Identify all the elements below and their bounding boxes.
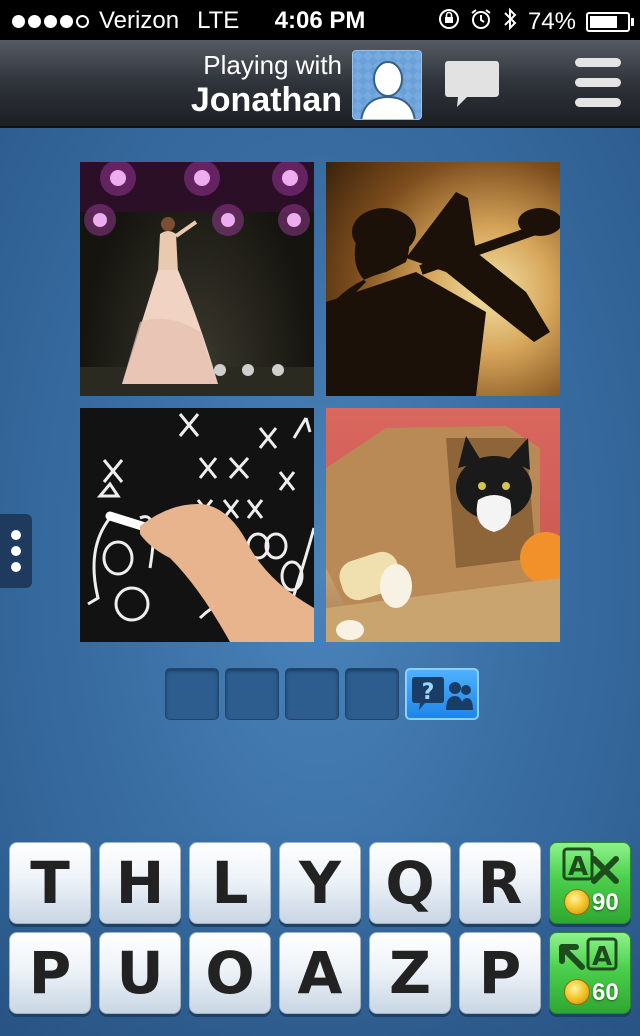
svg-text:A: A: [568, 852, 588, 882]
letter-key[interactable]: P: [459, 932, 541, 1014]
puzzle-image-woman-on-stage[interactable]: [80, 162, 314, 396]
letter-key[interactable]: Y: [279, 842, 361, 924]
remove-letters-cost: 90: [592, 889, 619, 916]
letter-key[interactable]: L: [189, 842, 271, 924]
letter-key[interactable]: Z: [369, 932, 451, 1014]
more-dots-icon: [11, 530, 21, 540]
letter-key[interactable]: R: [459, 842, 541, 924]
answer-slot[interactable]: [165, 668, 219, 720]
letter-key[interactable]: T: [9, 842, 91, 924]
letter-key[interactable]: U: [99, 932, 181, 1014]
reveal-letter-cost: 60: [592, 979, 619, 1006]
svg-text:A: A: [592, 942, 612, 972]
opponent-info: Playing with Jonathan: [191, 50, 342, 120]
question-friends-icon: ?: [412, 677, 473, 710]
opponent-name: Jonathan: [190, 81, 342, 119]
bluetooth-icon: [502, 7, 518, 37]
coin-icon: [564, 979, 590, 1005]
letter-key[interactable]: H: [99, 842, 181, 924]
alarm-icon: [470, 8, 492, 36]
letter-key[interactable]: O: [189, 932, 271, 1014]
svg-text:?: ?: [422, 680, 435, 705]
letter-keyboard: T H L Y Q R A 90 P U O A Z P A 60: [0, 830, 640, 1036]
reveal-letter-button[interactable]: A 60: [549, 932, 631, 1014]
letter-key[interactable]: P: [9, 932, 91, 1014]
letter-key[interactable]: Q: [369, 842, 451, 924]
remove-letter-icon: A: [562, 847, 619, 884]
puzzle-image-saxophone-player[interactable]: [326, 162, 560, 396]
ask-friends-button[interactable]: ?: [405, 668, 479, 720]
reveal-letter-icon: A: [559, 937, 618, 972]
battery-icon: [586, 12, 634, 32]
letter-key[interactable]: A: [279, 932, 361, 1014]
answer-slots: ?: [165, 668, 479, 720]
puzzle-image-cat-in-bag[interactable]: [326, 408, 560, 642]
puzzle-image-chalkboard-play[interactable]: [80, 408, 314, 642]
status-bar: Verizon LTE 4:06 PM 74%: [0, 0, 640, 40]
hamburger-menu-icon[interactable]: [575, 58, 621, 110]
default-avatar-icon: [353, 51, 421, 119]
chat-bubble-icon[interactable]: [443, 57, 501, 113]
answer-slot[interactable]: [345, 668, 399, 720]
battery-percentage: 74%: [527, 8, 576, 35]
remove-letters-button[interactable]: A 90: [549, 842, 631, 924]
answer-slot[interactable]: [285, 668, 339, 720]
answer-slot[interactable]: [225, 668, 279, 720]
side-drawer-handle[interactable]: [0, 514, 32, 588]
playing-with-label: Playing with: [203, 50, 342, 80]
rotation-lock-icon: [438, 8, 460, 36]
puzzle-image-grid: [80, 162, 560, 642]
game-header: Playing with Jonathan: [0, 40, 640, 128]
coin-icon: [564, 889, 590, 915]
opponent-avatar[interactable]: [352, 50, 422, 120]
